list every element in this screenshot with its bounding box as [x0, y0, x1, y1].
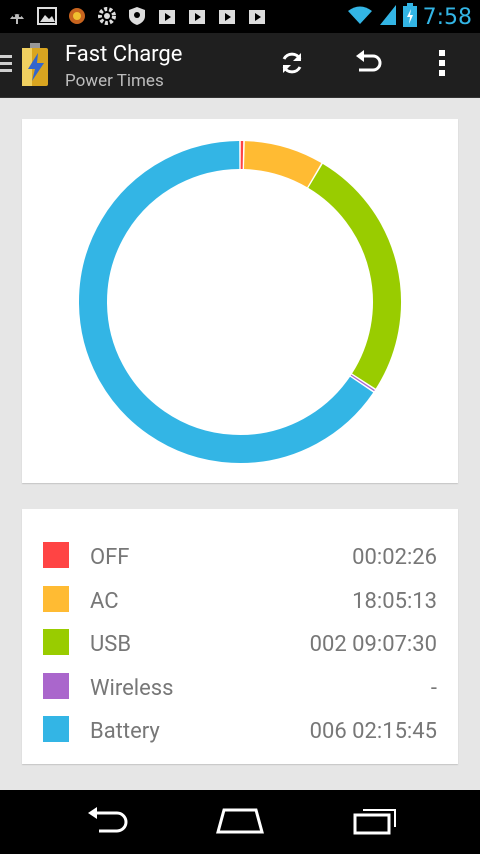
cog-flower-icon — [66, 5, 88, 27]
action-bar: Fast Charge Power Times — [0, 33, 480, 98]
play-store-icon — [216, 5, 238, 27]
recents-button[interactable] — [345, 800, 405, 844]
donut-slice-usb — [308, 163, 401, 389]
refresh-button[interactable] — [270, 43, 314, 87]
shield-icon — [126, 5, 148, 27]
legend-label: Battery — [90, 719, 160, 744]
undo-button[interactable] — [346, 43, 390, 87]
legend-swatch-wireless — [43, 673, 69, 699]
power-times-donut-chart — [79, 141, 401, 463]
image-icon — [36, 5, 58, 27]
legend-swatch-battery — [43, 716, 69, 742]
wifi-icon — [347, 5, 373, 29]
signal-icon — [379, 4, 397, 30]
home-icon — [214, 806, 266, 838]
battery-app-icon[interactable] — [18, 41, 54, 89]
donut-slice-wireless — [350, 374, 375, 392]
app-subtitle: Power Times — [65, 71, 164, 91]
play-store-icon — [156, 5, 178, 27]
gear-icon — [96, 5, 118, 27]
system-icons: 7:58 — [347, 3, 472, 31]
legend-value: - — [430, 676, 437, 701]
legend-value: 002 09:07:30 — [309, 632, 437, 657]
back-button[interactable] — [77, 800, 137, 844]
drawer-menu-icon[interactable] — [0, 55, 12, 76]
legend-label: AC — [90, 589, 119, 614]
overflow-menu-button[interactable] — [420, 43, 464, 87]
legend-row-usb: USB 002 09:07:30 — [22, 620, 458, 664]
legend-label: OFF — [90, 545, 130, 570]
legend-row-ac: AC 18:05:13 — [22, 577, 458, 621]
app-title: Fast Charge — [65, 42, 183, 67]
status-bar: 7:58 — [0, 0, 480, 33]
undo-icon — [353, 50, 383, 80]
legend-swatch-off — [43, 542, 69, 568]
play-store-icon — [186, 5, 208, 27]
donut-slice-ac — [243, 141, 322, 188]
back-icon — [83, 805, 131, 839]
navigation-bar — [0, 790, 480, 854]
legend-value: 006 02:15:45 — [309, 719, 437, 744]
legend-swatch-ac — [43, 586, 69, 612]
legend-row-off: OFF 00:02:26 — [22, 533, 458, 577]
status-time: 7:58 — [422, 4, 472, 30]
overflow-menu-icon — [438, 49, 446, 81]
recents-icon — [351, 805, 399, 839]
donut-slice-battery — [79, 141, 374, 463]
legend-label: Wireless — [90, 676, 174, 701]
legend-row-wireless: Wireless - — [22, 664, 458, 708]
play-store-icon — [246, 5, 268, 27]
legend-row-battery: Battery 006 02:15:45 — [22, 707, 458, 751]
android-icon — [6, 5, 28, 27]
legend-label: USB — [90, 632, 132, 657]
power-times-chart-card — [22, 119, 458, 483]
battery-charging-icon — [402, 3, 417, 31]
refresh-icon — [279, 50, 305, 80]
legend-swatch-usb — [43, 629, 69, 655]
notification-icons — [6, 5, 268, 27]
power-times-legend: OFF 00:02:26 AC 18:05:13 USB 002 09:07:3… — [22, 509, 458, 764]
legend-value: 18:05:13 — [352, 589, 437, 614]
legend-value: 00:02:26 — [352, 545, 437, 570]
home-button[interactable] — [210, 800, 270, 844]
